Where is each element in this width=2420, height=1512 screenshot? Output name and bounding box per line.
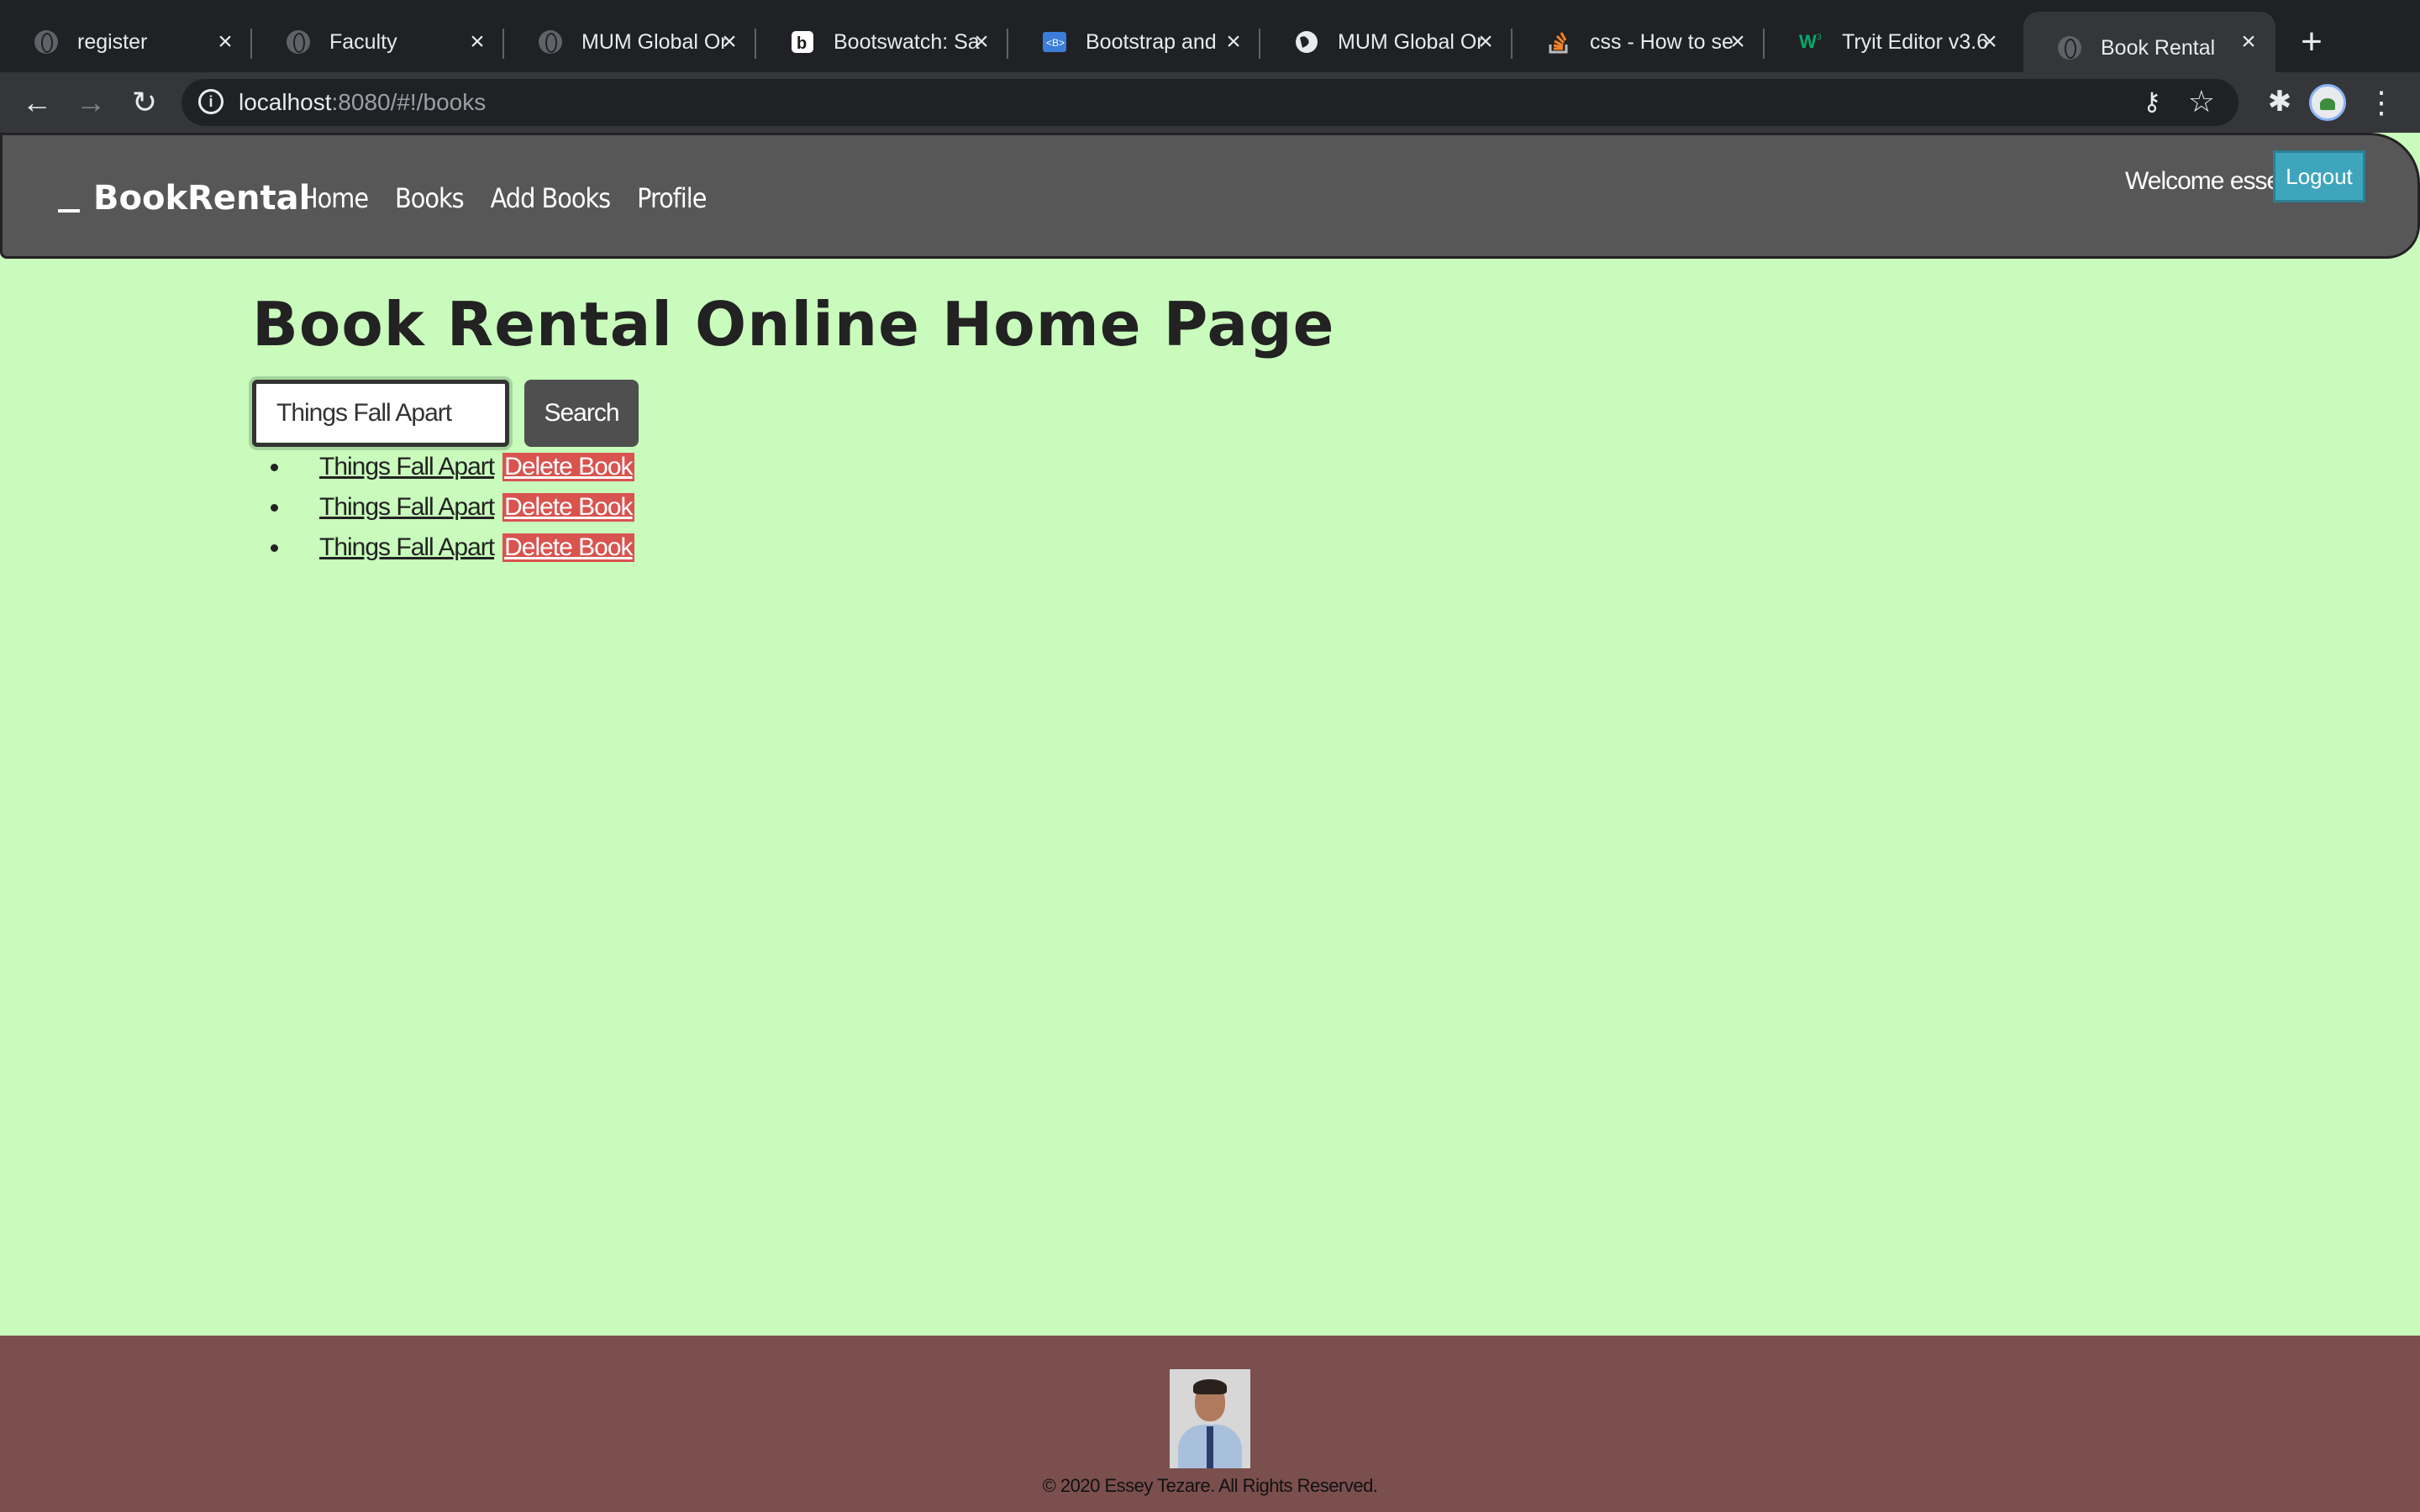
book-title-link[interactable]: Things Fall Apart: [319, 533, 495, 562]
welcome-text: Welcome essey: [2125, 167, 2292, 195]
site-navbar: BookRental Home Books Add Books Profile …: [0, 133, 2420, 259]
brand-name: BookRental: [93, 179, 311, 218]
forward-arrow-icon[interactable]: →: [71, 82, 111, 123]
svg-text:b: b: [797, 34, 807, 53]
back-arrow-icon[interactable]: ←: [17, 82, 57, 123]
delete-book-button[interactable]: Delete Book: [502, 533, 634, 562]
nav-add-books-link[interactable]: Add Books: [491, 182, 611, 214]
close-tab-icon[interactable]: ×: [1474, 29, 1497, 55]
search-input[interactable]: [252, 380, 509, 447]
copyright-text: © 2020 Essey Tezare. All Rights Reserved…: [1042, 1475, 1378, 1496]
close-tab-icon[interactable]: ×: [1726, 29, 1749, 55]
extensions-puzzle-icon[interactable]: ✱: [2260, 82, 2299, 121]
url-text[interactable]: localhost:8080/#!/books: [239, 89, 486, 116]
close-tab-icon[interactable]: ×: [466, 29, 489, 55]
nav-links: Home Books Add Books Profile: [300, 182, 708, 214]
w3schools-icon: W3: [1798, 29, 1823, 55]
tab-title: Faculty: [329, 29, 397, 54]
browser-tab[interactable]: Faculty ×: [252, 12, 504, 72]
book-title-link[interactable]: Things Fall Apart: [319, 493, 495, 522]
delete-book-button[interactable]: Delete Book: [502, 493, 634, 522]
svg-text:W: W: [1799, 31, 1817, 52]
globe-icon: [286, 29, 311, 55]
close-tab-icon[interactable]: ×: [2237, 29, 2260, 55]
reload-icon[interactable]: ↻: [124, 82, 165, 123]
browser-tab[interactable]: b Bootswatch: Sa ×: [756, 12, 1008, 72]
list-item: Things Fall Apart Delete Book: [271, 447, 634, 487]
close-tab-icon[interactable]: ×: [213, 29, 237, 55]
new-tab-icon[interactable]: +: [2292, 24, 2331, 62]
browser-tab-strip: register × Faculty × MUM Global Or × b B…: [0, 0, 2420, 84]
site-info-icon[interactable]: i: [198, 89, 224, 114]
bootstrap-icon: <B>: [1042, 29, 1067, 55]
brand-link[interactable]: BookRental: [58, 179, 310, 218]
tab-title: MUM Global Or: [581, 29, 728, 54]
close-tab-icon[interactable]: ×: [1978, 29, 2002, 55]
nav-profile-link[interactable]: Profile: [637, 182, 707, 214]
site-footer: © 2020 Essey Tezare. All Rights Reserved…: [0, 1336, 2420, 1512]
tab-title: Book Rental: [2101, 35, 2216, 60]
globe-icon: [2057, 35, 2082, 60]
nav-home-link[interactable]: Home: [300, 182, 369, 214]
svg-text:3: 3: [1817, 33, 1822, 42]
bullet-icon: [271, 464, 278, 471]
globe-icon: [34, 29, 59, 55]
book-results-list: Things Fall Apart Delete Book Things Fal…: [271, 447, 634, 568]
close-tab-icon[interactable]: ×: [1222, 29, 1245, 55]
browser-tab[interactable]: W3 Tryit Editor v3.6 ×: [1765, 12, 2017, 72]
brand-logo-icon: [58, 209, 80, 213]
globe-icon: [1294, 29, 1319, 55]
browser-toolbar: ← → ↻ i localhost:8080/#!/books ⚷ ☆ ✱ ⋮: [0, 72, 2420, 133]
address-bar[interactable]: i localhost:8080/#!/books ⚷ ☆: [182, 79, 2238, 126]
list-item: Things Fall Apart Delete Book: [271, 487, 634, 528]
tab-title: Bootstrap and: [1086, 29, 1217, 54]
browser-tab[interactable]: <B> Bootstrap and ×: [1008, 12, 1260, 72]
bootswatch-icon: b: [790, 29, 815, 55]
close-tab-icon[interactable]: ×: [970, 29, 993, 55]
nav-books-link[interactable]: Books: [395, 182, 465, 214]
tab-title: Tryit Editor v3.6: [1842, 29, 1989, 54]
book-title-link[interactable]: Things Fall Apart: [319, 453, 495, 481]
bookmark-star-icon[interactable]: ☆: [2188, 84, 2215, 119]
svg-text:<B>: <B>: [1046, 37, 1065, 49]
list-item: Things Fall Apart Delete Book: [271, 528, 634, 568]
profile-avatar[interactable]: [2309, 84, 2346, 121]
bullet-icon: [271, 544, 278, 552]
close-tab-icon[interactable]: ×: [718, 29, 741, 55]
browser-tab[interactable]: MUM Global Or ×: [504, 12, 756, 72]
search-button[interactable]: Search: [524, 380, 639, 447]
browser-tab[interactable]: MUM Global Or ×: [1260, 12, 1512, 72]
tab-title: Bootswatch: Sa: [834, 29, 980, 54]
more-menu-icon[interactable]: ⋮: [2365, 82, 2398, 123]
browser-tab[interactable]: css - How to se ×: [1512, 12, 1765, 72]
browser-tab[interactable]: register ×: [0, 12, 252, 72]
logout-button[interactable]: Logout: [2273, 150, 2365, 202]
key-icon[interactable]: ⚷: [2143, 87, 2161, 117]
author-photo: [1170, 1369, 1250, 1468]
page-title: Book Rental Online Home Page: [252, 289, 1335, 360]
delete-book-button[interactable]: Delete Book: [502, 453, 634, 481]
stackoverflow-icon: [1546, 29, 1571, 55]
tab-title: MUM Global Or: [1338, 29, 1484, 54]
bullet-icon: [271, 504, 278, 512]
globe-icon: [538, 29, 563, 55]
tab-title: css - How to se: [1590, 29, 1733, 54]
tab-title: register: [77, 29, 148, 54]
